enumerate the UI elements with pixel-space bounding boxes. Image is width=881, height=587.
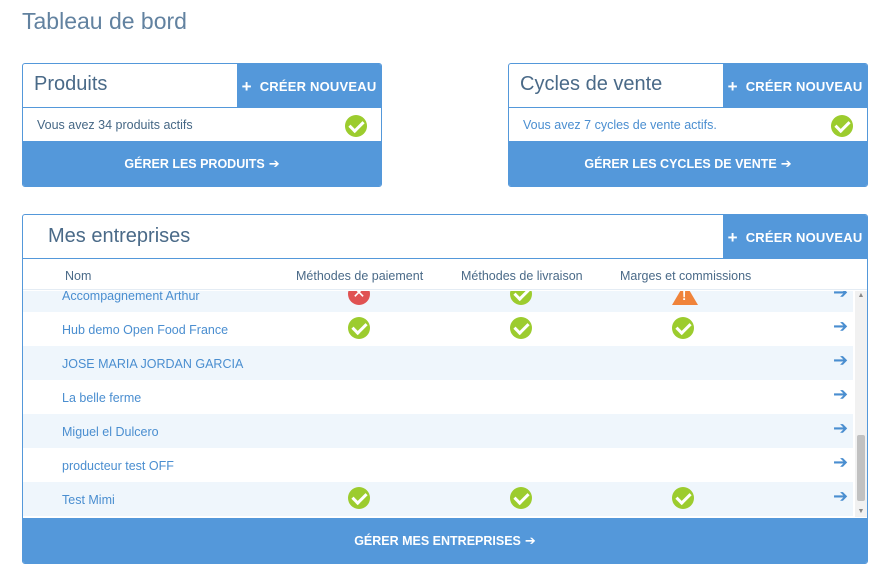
column-header-shipping: Méthodes de livraison — [461, 269, 583, 283]
table-row[interactable]: Hub demo Open Food France ➔ — [23, 312, 853, 346]
enterprises-table-body: Accompagnement Arthur ✕! ➔ Hub demo Open Fo… — [23, 291, 867, 517]
enterprises-title: Mes entreprises — [48, 225, 191, 247]
manage-products-label: GÉRER LES PRODUITS — [124, 156, 265, 171]
check-circle-icon — [831, 115, 853, 137]
manage-products-button[interactable]: GÉRER LES PRODUITS ➔ — [23, 141, 381, 186]
page-title: Tableau de bord — [22, 8, 187, 34]
enterprises-create-label: CRÉER NOUVEAU — [745, 229, 863, 245]
plus-icon: + — [241, 76, 252, 96]
enterprise-name-link[interactable]: Test Mimi — [62, 493, 115, 507]
products-info: Vous avez 34 produits actifs — [23, 108, 381, 142]
order-cycles-info-text: Vous avez 7 cycles de vente actifs. — [523, 118, 717, 132]
table-row[interactable]: La belle ferme ➔ — [23, 380, 853, 414]
fees-status-cell — [672, 487, 694, 512]
fees-status-cell — [672, 317, 694, 342]
order-cycles-title: Cycles de vente — [520, 73, 663, 95]
arrow-right-icon[interactable]: ➔ — [833, 385, 851, 403]
products-info-text: Vous avez 34 produits actifs — [37, 118, 193, 132]
products-title: Produits — [34, 73, 108, 95]
products-panel: Produits + CRÉER NOUVEAU Vous avez 34 pr… — [22, 63, 382, 187]
arrow-right-icon: ➔ — [268, 155, 280, 171]
order-cycles-panel: Cycles de vente + CRÉER NOUVEAU Vous ave… — [508, 63, 868, 187]
check-circle-icon — [672, 317, 694, 339]
check-circle-icon — [348, 487, 370, 509]
plus-icon: + — [727, 76, 738, 96]
arrow-right-icon[interactable]: ➔ — [833, 487, 851, 505]
order-cycles-header: Cycles de vente + CRÉER NOUVEAU — [509, 64, 867, 108]
order-cycles-info[interactable]: Vous avez 7 cycles de vente actifs. — [509, 108, 867, 142]
arrow-right-icon[interactable]: ➔ — [833, 453, 851, 471]
order-cycles-create-button[interactable]: + CRÉER NOUVEAU — [723, 64, 867, 108]
enterprises-scrollbar[interactable]: ▲ ▼ — [855, 291, 867, 517]
payment-status-cell — [348, 317, 370, 342]
check-circle-icon — [348, 317, 370, 339]
scroll-up-icon[interactable]: ▲ — [855, 291, 867, 301]
arrow-right-icon[interactable]: ➔ — [833, 317, 851, 335]
error-circle-icon: ✕ — [348, 291, 370, 305]
products-create-label: CRÉER NOUVEAU — [259, 78, 377, 94]
column-header-fees: Marges et commissions — [620, 269, 752, 283]
table-row[interactable]: producteur test OFF ➔ — [23, 448, 853, 482]
check-circle-icon — [345, 115, 367, 137]
arrow-right-icon[interactable]: ➔ — [833, 419, 851, 437]
products-header: Produits + CRÉER NOUVEAU — [23, 64, 381, 108]
arrow-right-icon[interactable]: ➔ — [833, 291, 851, 301]
enterprise-name-link[interactable]: La belle ferme — [62, 391, 141, 405]
manage-order-cycles-label: GÉRER LES CYCLES DE VENTE — [584, 156, 777, 171]
column-header-name: Nom — [65, 269, 92, 283]
shipping-status-cell — [510, 317, 532, 342]
check-circle-icon — [510, 487, 532, 509]
manage-enterprises-button[interactable]: GÉRER MES ENTREPRISES ➔ — [23, 518, 867, 563]
enterprise-name-link[interactable]: producteur test OFF — [62, 459, 174, 473]
enterprise-name-link[interactable]: JOSE MARIA JORDAN GARCIA — [62, 357, 243, 371]
warning-triangle-icon: ! — [672, 291, 698, 305]
payment-status-cell — [348, 487, 370, 512]
table-row[interactable]: Miguel el Dulcero ➔ — [23, 414, 853, 448]
enterprises-panel: Mes entreprises + CRÉER NOUVEAU Nom Méth… — [22, 214, 868, 564]
plus-icon: + — [727, 227, 738, 247]
manage-enterprises-label: GÉRER MES ENTREPRISES — [354, 533, 521, 548]
table-row[interactable]: Accompagnement Arthur ✕! ➔ — [23, 291, 853, 312]
shipping-status-cell — [510, 291, 532, 308]
shipping-status-cell — [510, 487, 532, 512]
manage-order-cycles-button[interactable]: GÉRER LES CYCLES DE VENTE ➔ — [509, 141, 867, 186]
enterprises-create-button[interactable]: + CRÉER NOUVEAU — [723, 215, 867, 259]
enterprises-table-header: Nom Méthodes de paiement Méthodes de liv… — [23, 259, 867, 290]
enterprise-name-link[interactable]: Miguel el Dulcero — [62, 425, 159, 439]
enterprise-name-link[interactable]: Accompagnement Arthur — [62, 291, 200, 303]
scrollbar-thumb[interactable] — [857, 435, 865, 501]
payment-status-cell: ✕ — [348, 291, 370, 305]
products-create-button[interactable]: + CRÉER NOUVEAU — [237, 64, 381, 108]
enterprise-name-link[interactable]: Hub demo Open Food France — [62, 323, 228, 337]
fees-status-cell: ! — [672, 291, 698, 308]
enterprises-header: Mes entreprises + CRÉER NOUVEAU — [23, 215, 867, 259]
arrow-right-icon: ➔ — [780, 155, 792, 171]
column-header-payment: Méthodes de paiement — [296, 269, 424, 283]
order-cycles-create-label: CRÉER NOUVEAU — [745, 78, 863, 94]
table-row[interactable]: JOSE MARIA JORDAN GARCIA ➔ — [23, 346, 853, 380]
check-circle-icon — [510, 291, 532, 305]
arrow-right-icon: ➔ — [524, 532, 536, 548]
scroll-down-icon[interactable]: ▼ — [855, 507, 867, 517]
check-circle-icon — [672, 487, 694, 509]
check-circle-icon — [510, 317, 532, 339]
arrow-right-icon[interactable]: ➔ — [833, 351, 851, 369]
table-row[interactable]: Test Mimi ➔ — [23, 482, 853, 516]
